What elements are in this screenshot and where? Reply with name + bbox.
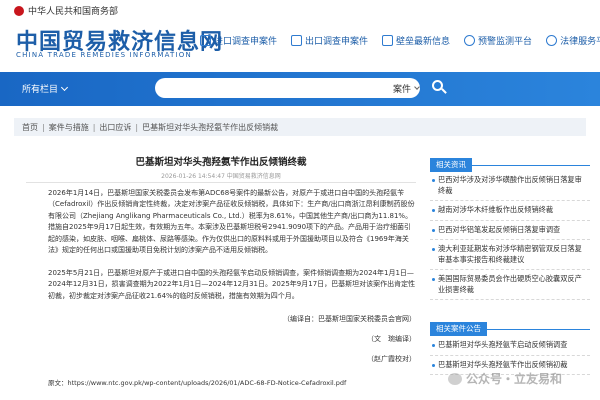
breadcrumb-home[interactable]: 首页	[22, 123, 38, 132]
search-button[interactable]	[428, 77, 450, 99]
wechat-icon	[448, 372, 462, 385]
list-item[interactable]: 澳大利亚延期发布对涉华精密钢管双反日落复审基本事实报告和终裁建议	[430, 240, 590, 270]
original-source-link[interactable]: 原文：https://www.ntc.gov.pk/wp-content/upl…	[48, 377, 346, 387]
chevron-down-icon	[414, 84, 420, 90]
top-nav: 进口调查申案件 出口调查申案件 壁垒最新信息 预警监测平台 法律服务平台	[200, 34, 600, 47]
search-input[interactable]	[155, 78, 420, 98]
breadcrumb-export-response[interactable]: 出口应诉	[99, 123, 131, 132]
divider	[26, 182, 416, 183]
nav-alert-platform[interactable]: 预警监测平台	[464, 34, 532, 47]
list-item[interactable]: 巴西对华铝笔发起反倾销日落复审调查	[430, 221, 590, 240]
national-emblem-icon	[14, 5, 24, 16]
alert-icon	[464, 35, 476, 46]
list-item[interactable]: 美国国际贸易委员会作出硬质空心胶囊双反产业损害终裁	[430, 270, 590, 300]
nav-legal-platform[interactable]: 法律服务平台	[546, 34, 600, 47]
shield-icon	[546, 35, 558, 46]
article-title: 巴基斯坦对华头孢羟氨苄作出反倾销终裁	[135, 157, 307, 168]
column-select[interactable]: 所有栏目	[22, 82, 69, 95]
article-proofreader: （赵广霞校对）	[367, 355, 416, 363]
article-meta: 2026-01-26 14:54:47 中国贸易救济信息网	[161, 173, 281, 180]
related-news-header: 相关资讯	[430, 152, 590, 172]
article: 巴基斯坦对华头孢羟氨苄作出反倾销终裁 2026-01-26 14:54:47 中…	[26, 144, 416, 400]
article-paragraph: 2025年5月21日，巴基斯坦对原产于或进口自中国的头孢羟氨苄启动反倾销调查，案…	[48, 269, 416, 300]
watermark: 公众号・立友易和	[448, 370, 562, 387]
barrier-icon	[382, 35, 394, 46]
related-notices-header: 相关案件公告	[430, 316, 590, 336]
list-item[interactable]: 越南对涉华木纤维板作出反倾销终裁	[430, 201, 590, 221]
list-item[interactable]: 巴西对华涉及对涉华磺酸作出反倾销日落复审终裁	[430, 171, 590, 201]
article-editor: （文 琬编译）	[367, 335, 416, 343]
list-item[interactable]: 巴基斯坦对华头孢羟氨苄启动反倾销调查	[430, 336, 590, 356]
search-type-select[interactable]: 案件	[393, 82, 420, 95]
related-news-list: 巴西对华涉及对涉华磺酸作出反倾销日落复审终裁 越南对涉华木纤维板作出反倾销终裁 …	[430, 171, 590, 300]
site-header: 中华人民共和国商务部 中国贸易救济信息网 CHINA TRADE REMEDIE…	[0, 0, 600, 62]
document-icon	[200, 35, 211, 46]
breadcrumb-cases[interactable]: 案件与措施	[49, 123, 89, 132]
ministry-label: 中华人民共和国商务部	[14, 4, 118, 17]
article-source-note: （编译自：巴基斯坦国家关税委员会官网）	[283, 315, 416, 323]
nav-import-cases[interactable]: 进口调查申案件	[200, 34, 277, 47]
nav-barrier-news[interactable]: 壁垒最新信息	[382, 34, 450, 47]
article-paragraph: 2026年1月14日，巴基斯坦国家关税委员会发布第ADC68号案件的最新公告，对…	[48, 189, 415, 255]
breadcrumb-current: 巴基斯坦对华头孢羟氨苄作出反倾销裁	[142, 123, 279, 132]
chevron-down-icon	[60, 83, 69, 91]
nav-export-cases[interactable]: 出口调查申案件	[291, 34, 368, 47]
site-title-en: CHINA TRADE REMEDIES INFORMATION	[16, 51, 192, 59]
export-icon	[291, 35, 303, 46]
breadcrumb: 首页 | 案件与措施 | 出口应诉 | 巴基斯坦对华头孢羟氨苄作出反倾销裁	[22, 123, 279, 132]
